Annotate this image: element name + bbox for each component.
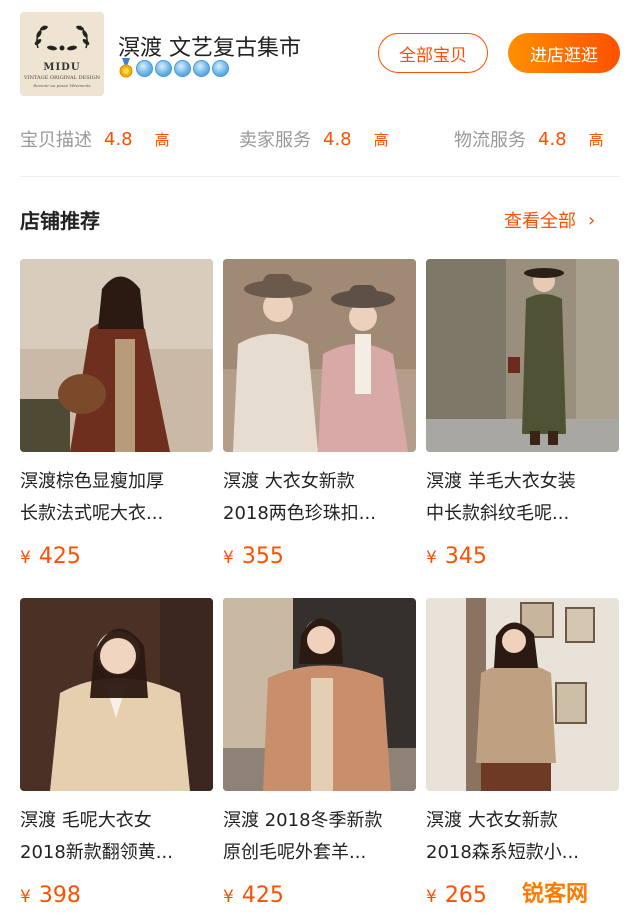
product-title-line: 溟渡 毛呢大衣女 xyxy=(20,810,152,831)
rating-logistics: 物流服务 4.8 高 xyxy=(454,126,604,152)
rating-service: 卖家服务 4.8 高 xyxy=(239,126,389,152)
product-title-line: 长款法式呢大衣... xyxy=(20,503,164,524)
logo-subtitle: VINTAGE ORIGINAL DESIGN xyxy=(24,75,100,81)
rating-level: 高 xyxy=(154,130,170,149)
currency-symbol: ¥ xyxy=(426,887,437,907)
divider xyxy=(20,176,620,177)
product-image[interactable] xyxy=(426,598,619,791)
price-value: 398 xyxy=(38,883,81,908)
product-card[interactable]: 溟渡 大衣女新款 2018两色珍珠扣... ¥ 355 xyxy=(223,259,416,569)
product-title[interactable]: 溟渡棕色显瘦加厚 长款法式呢大衣... xyxy=(20,466,213,530)
product-card[interactable]: 溟渡 大衣女新款 2018森系短款小... ¥ 265 xyxy=(426,598,619,908)
product-title-line: 溟渡 羊毛大衣女装 xyxy=(426,471,576,492)
rating-score: 4.8 xyxy=(538,128,567,150)
laurel-wreath-icon xyxy=(34,25,90,51)
currency-symbol: ¥ xyxy=(223,887,234,907)
product-title-line: 溟渡 大衣女新款 xyxy=(426,810,558,831)
product-card[interactable]: 溟渡棕色显瘦加厚 长款法式呢大衣... ¥ 425 xyxy=(20,259,213,569)
view-all-label: 查看全部 xyxy=(504,211,576,232)
logo-tagline: Revenir au passé Vêtements xyxy=(33,83,91,88)
product-title-line: 2018新款翻领黄... xyxy=(20,842,173,863)
rating-level: 高 xyxy=(373,130,389,149)
shop-header: MIDU VINTAGE ORIGINAL DESIGN Revenir au … xyxy=(0,0,640,110)
rating-level: 高 xyxy=(588,130,604,149)
product-title[interactable]: 溟渡 大衣女新款 2018两色珍珠扣... xyxy=(223,466,416,530)
shop-logo[interactable]: MIDU VINTAGE ORIGINAL DESIGN Revenir au … xyxy=(20,12,104,96)
price-value: 425 xyxy=(241,883,284,908)
product-image[interactable] xyxy=(223,259,416,452)
product-title-line: 溟渡 2018冬季新款 xyxy=(223,810,383,831)
product-title[interactable]: 溟渡 大衣女新款 2018森系短款小... xyxy=(426,805,619,869)
product-price: ¥ 355 xyxy=(223,544,416,569)
all-items-button[interactable]: 全部宝贝 xyxy=(378,33,488,73)
currency-symbol: ¥ xyxy=(20,887,31,907)
blue-diamond-icon xyxy=(136,59,153,77)
product-price: ¥ 345 xyxy=(426,544,619,569)
product-card[interactable]: 溟渡 2018冬季新款 原创毛呢外套羊... ¥ 425 xyxy=(223,598,416,908)
rating-score: 4.8 xyxy=(104,128,133,150)
product-title-line: 溟渡 大衣女新款 xyxy=(223,471,355,492)
watermark-text: 锐客网 xyxy=(522,882,589,907)
product-image[interactable] xyxy=(20,598,213,791)
product-card[interactable]: 溟渡 毛呢大衣女 2018新款翻领黄... ¥ 398 xyxy=(20,598,213,908)
currency-symbol: ¥ xyxy=(223,548,234,568)
blue-diamond-icon xyxy=(174,59,191,77)
product-title-line: 2018森系短款小... xyxy=(426,842,579,863)
product-image[interactable] xyxy=(223,598,416,791)
product-title-line: 中长款斜纹毛呢... xyxy=(426,503,570,524)
shop-ratings: 宝贝描述 4.8 高 卖家服务 4.8 高 物流服务 4.8 高 xyxy=(0,118,640,158)
rating-description: 宝贝描述 4.8 高 xyxy=(20,126,170,152)
enter-shop-button[interactable]: 进店逛逛 xyxy=(508,33,620,73)
gold-medal-icon xyxy=(119,58,133,78)
product-card[interactable]: 溟渡 羊毛大衣女装 中长款斜纹毛呢... ¥ 345 xyxy=(426,259,619,569)
price-value: 345 xyxy=(444,544,487,569)
price-value: 265 xyxy=(444,883,487,908)
product-title-line: 原创毛呢外套羊... xyxy=(223,842,367,863)
section-title: 店铺推荐 xyxy=(20,209,100,233)
blue-diamond-icon xyxy=(212,59,229,77)
rating-label: 宝贝描述 xyxy=(20,130,92,151)
currency-symbol: ¥ xyxy=(426,548,437,568)
view-all-link[interactable]: 查看全部 › xyxy=(504,207,595,233)
blue-diamond-icon xyxy=(193,59,210,77)
rating-score: 4.8 xyxy=(323,128,352,150)
rating-label: 物流服务 xyxy=(454,130,526,151)
currency-symbol: ¥ xyxy=(20,548,31,568)
product-title-line: 溟渡棕色显瘦加厚 xyxy=(20,471,164,492)
product-image[interactable] xyxy=(426,259,619,452)
product-title-line: 2018两色珍珠扣... xyxy=(223,503,376,524)
rating-label: 卖家服务 xyxy=(239,130,311,151)
product-title[interactable]: 溟渡 羊毛大衣女装 中长款斜纹毛呢... xyxy=(426,466,619,530)
product-image[interactable] xyxy=(20,259,213,452)
blue-diamond-icon xyxy=(155,59,172,77)
price-value: 355 xyxy=(241,544,284,569)
product-title[interactable]: 溟渡 毛呢大衣女 2018新款翻领黄... xyxy=(20,805,213,869)
logo-brand: MIDU xyxy=(43,62,81,73)
price-value: 425 xyxy=(38,544,81,569)
product-price: ¥ 425 xyxy=(223,883,416,908)
product-price: ¥ 425 xyxy=(20,544,213,569)
shop-credit-badges xyxy=(118,58,229,78)
product-title[interactable]: 溟渡 2018冬季新款 原创毛呢外套羊... xyxy=(223,805,416,869)
chevron-right-icon: › xyxy=(588,209,596,231)
site-watermark: 锐客网 xyxy=(512,872,636,912)
product-price: ¥ 398 xyxy=(20,883,213,908)
